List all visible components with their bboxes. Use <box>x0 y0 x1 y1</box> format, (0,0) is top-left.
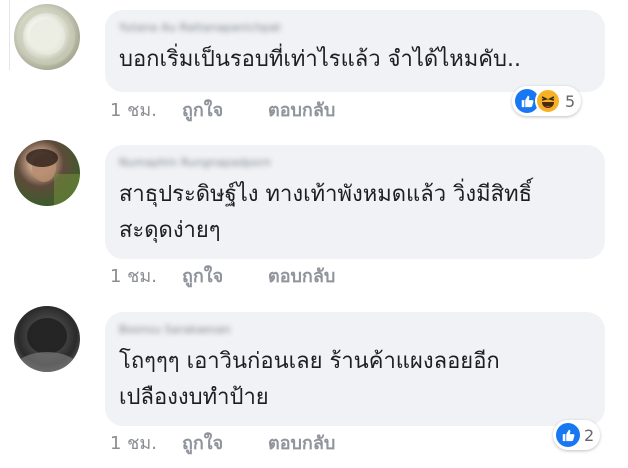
reply-link[interactable]: ตอบกลับ <box>268 261 335 290</box>
comment-time[interactable]: 1 ชม. <box>110 95 182 124</box>
avatar-image <box>19 9 75 65</box>
comment-bubble: Numaphin Rungnapadporn สาธุประดิษฐ์ไง ทา… <box>105 145 605 259</box>
comment-text: สาธุประดิษฐ์ไง ทางเท้าพังหมดแล้ว วิ่งมีส… <box>119 182 533 243</box>
comment-meta: 1 ชม. ถูกใจ ตอบกลับ <box>110 429 335 455</box>
reply-link[interactable]: ตอบกลับ <box>268 428 335 457</box>
comment-meta: 1 ชม. ถูกใจ ตอบกลับ <box>110 262 335 288</box>
left-edge-divider <box>0 0 10 70</box>
comment-text: โถๆๆๆ เอาวินก่อนเลย ร้านค้าแผงลอยอีก เปล… <box>119 349 500 410</box>
reply-link[interactable]: ตอบกลับ <box>268 95 335 124</box>
comment-time[interactable]: 1 ชม. <box>110 261 182 290</box>
comment-time[interactable]: 1 ชม. <box>110 428 182 457</box>
comment-text: บอกเริ่มเป็นรอบที่เท่าไรแล้ว จำได้ไหมคับ… <box>119 47 521 72</box>
comment-bubble: Boonsu Sarakaesan โถๆๆๆ เอาวินก่อนเลย ร้… <box>105 312 605 426</box>
comment-bubble: Yutana Au Rattanapanichpat บอกเริ่มเป็นร… <box>105 10 605 92</box>
avatar[interactable] <box>14 140 80 206</box>
reaction-summary[interactable]: 5 <box>512 86 582 116</box>
haha-icon <box>535 88 561 114</box>
like-link[interactable]: ถูกใจ <box>182 95 268 124</box>
reaction-count: 5 <box>565 91 576 111</box>
comment-meta: 1 ชม. ถูกใจ ตอบกลับ <box>110 96 335 122</box>
like-link[interactable]: ถูกใจ <box>182 428 268 457</box>
avatar[interactable] <box>14 4 80 70</box>
reaction-count: 2 <box>584 425 595 445</box>
reaction-summary[interactable]: 2 <box>553 420 601 450</box>
comment-author[interactable]: Yutana Au Rattanapanichpat <box>119 20 339 36</box>
avatar-image <box>17 318 77 372</box>
like-icon <box>556 423 580 447</box>
comment-author[interactable]: Boonsu Sarakaesan <box>119 322 339 338</box>
avatar-image <box>26 149 80 206</box>
avatar[interactable] <box>14 306 80 372</box>
like-link[interactable]: ถูกใจ <box>182 261 268 290</box>
comment-author[interactable]: Numaphin Rungnapadporn <box>119 155 339 171</box>
